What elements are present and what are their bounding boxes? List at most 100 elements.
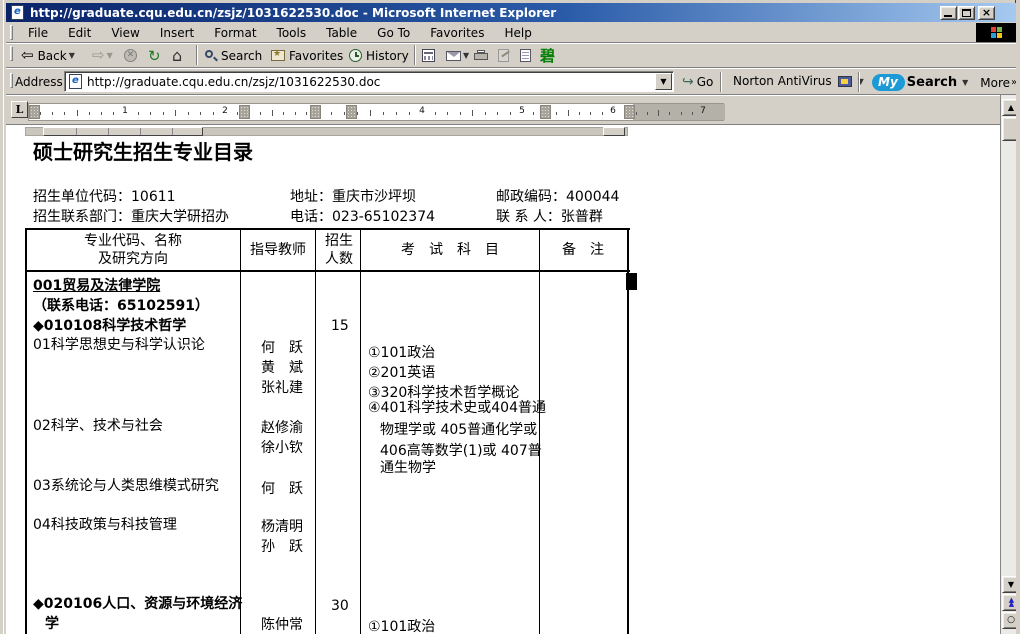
teacher-name: 黄 斌 <box>261 360 303 377</box>
view-button-divider <box>76 128 77 135</box>
dept-phone: （联系电话：65102591） <box>33 298 209 315</box>
info-contact-person: 联 系 人：张普群 <box>496 209 603 226</box>
menu-grip[interactable] <box>10 25 13 40</box>
plugin-button-1[interactable] <box>420 45 437 66</box>
ruler-number-2: 2 <box>222 106 228 116</box>
table-column-marker[interactable] <box>29 105 40 119</box>
title-bar[interactable]: e http://graduate.cqu.edu.cn/zsjz/103162… <box>6 3 1019 22</box>
search-button[interactable]: Search <box>203 45 264 66</box>
teacher-name: 杨清明 <box>261 519 303 536</box>
ruler-tick <box>383 112 384 115</box>
ruler-number-5: 5 <box>519 106 525 116</box>
major-020106-line2: 学 <box>45 616 59 633</box>
discuss-button[interactable] <box>518 45 533 66</box>
info-contact-dept: 招生联系部门：重庆大学研招办 <box>33 209 229 226</box>
ruler-tick <box>89 112 90 115</box>
minimize-button[interactable] <box>940 6 957 20</box>
document-top-scrollbar-thumb[interactable] <box>603 127 625 136</box>
scroll-up-button[interactable]: ▲ <box>1002 99 1020 116</box>
menu-item-view[interactable]: View <box>101 24 149 42</box>
major-010108: ◆010108科学技术哲学 <box>33 318 186 335</box>
address-input[interactable]: e http://graduate.cqu.edu.cn/zsjz/103162… <box>64 71 674 92</box>
favorites-button[interactable]: ★ Favorites <box>269 45 345 66</box>
toolbar-grip[interactable] <box>10 46 13 61</box>
close-button[interactable]: × <box>978 6 995 20</box>
menu-item-edit[interactable]: Edit <box>58 24 101 42</box>
tab-stop-selector[interactable]: L <box>11 101 28 118</box>
mail-button[interactable]: ▼ <box>444 45 471 66</box>
quota-020106: 30 <box>331 598 349 615</box>
menu-item-table[interactable]: Table <box>316 24 367 42</box>
menu-item-help[interactable]: Help <box>494 24 541 42</box>
ruler-tick <box>331 112 332 115</box>
document-viewport[interactable]: 硕士研究生招生专业目录招生单位代码：10611地址：重庆市沙坪坝邮政编码：400… <box>6 125 1000 634</box>
back-button[interactable]: ⇦ Back▼ <box>19 45 77 66</box>
windows-logo-throbber <box>976 23 1020 42</box>
horizontal-ruler[interactable]: 1234567 <box>28 103 724 121</box>
exam-subject-4-cont: 406高等数学(1)或 407普 <box>380 443 542 460</box>
print-button[interactable] <box>472 45 491 66</box>
th-quota-line2: 人数 <box>325 251 353 268</box>
ruler-tick <box>681 112 682 115</box>
ruler-tick <box>101 112 102 115</box>
previous-page-button[interactable]: ▲▲ <box>1002 594 1020 611</box>
plugin-button-2[interactable]: 碧 <box>538 45 557 66</box>
address-dropdown-button[interactable]: ▼ <box>655 73 672 90</box>
document-icon <box>520 49 531 62</box>
mail-icon <box>446 51 461 61</box>
ruler-tick <box>636 112 637 115</box>
table-column-marker[interactable] <box>310 105 321 119</box>
scrollbar-thumb[interactable] <box>1002 117 1020 141</box>
forward-button[interactable]: ⇨ ▼ <box>90 45 115 66</box>
menu-item-insert[interactable]: Insert <box>150 24 204 42</box>
toolbar-separator <box>414 45 416 65</box>
window-title: http://graduate.cqu.edu.cn/zsjz/10316225… <box>30 6 556 20</box>
ie-page-icon: e <box>69 74 82 89</box>
menu-item-go-to[interactable]: Go To <box>367 24 420 42</box>
addressbar-grip[interactable] <box>10 73 13 88</box>
direction-01: 01科学思想史与科学认识论 <box>33 337 205 354</box>
select-browse-object-button[interactable]: ○ <box>1002 612 1020 629</box>
table-column-marker[interactable] <box>239 105 250 119</box>
history-button[interactable]: History <box>347 45 411 66</box>
home-button[interactable]: ⌂ <box>170 45 184 66</box>
menu-item-format[interactable]: Format <box>204 24 266 42</box>
exam-subject-4-cont: 通生物学 <box>380 460 436 477</box>
menu-item-tools[interactable]: Tools <box>267 24 317 42</box>
back-dropdown-icon[interactable]: ▼ <box>69 51 75 60</box>
doc-heading: 硕士研究生招生专业目录 <box>33 144 253 161</box>
address-bar: Address e http://graduate.cqu.edu.cn/zsj… <box>6 68 1019 95</box>
go-button[interactable]: ↪ Go <box>682 74 713 90</box>
mail-dropdown-icon[interactable]: ▼ <box>463 51 469 60</box>
menu-item-file[interactable]: File <box>18 24 58 42</box>
search-icon <box>205 50 217 62</box>
info-phone: 电话：023-65102374 <box>290 209 435 226</box>
ruler-tick <box>260 112 261 115</box>
teacher-name: 何 跃 <box>261 481 303 498</box>
ruler-tick <box>556 112 557 115</box>
refresh-button[interactable]: ↻ <box>146 45 163 66</box>
edit-button[interactable] <box>496 45 511 66</box>
document-view-buttons[interactable] <box>43 127 203 136</box>
teacher-name: 赵修渝 <box>261 420 303 437</box>
table-column-marker[interactable] <box>624 105 635 119</box>
addressbar-separator <box>858 72 860 92</box>
ruler-tick <box>40 112 41 115</box>
stop-button[interactable]: ✕ <box>122 45 139 66</box>
direction-03: 03系统论与人类思维模式研究 <box>33 478 219 495</box>
maximize-button[interactable] <box>958 6 975 20</box>
mysearch-toolbar[interactable]: My Search ▼ More » <box>872 74 1017 91</box>
teacher-name: 孙 跃 <box>261 539 303 556</box>
scroll-down-button[interactable]: ▼ <box>1002 576 1020 593</box>
ruler-tick <box>647 112 648 115</box>
mysearch-dropdown-icon[interactable]: ▼ <box>962 78 968 87</box>
vertical-scrollbar[interactable]: ▲ ▼ ▲▲ ○ <box>1000 95 1019 634</box>
teacher-name: 陈仲常 <box>261 617 303 634</box>
ruler-tick <box>370 110 371 116</box>
norton-antivirus-button[interactable]: Norton AntiVirus ▼ <box>733 74 864 88</box>
menu-item-favorites[interactable]: Favorites <box>420 24 494 42</box>
table-column-marker[interactable] <box>540 105 551 119</box>
more-button[interactable]: More <box>980 76 1010 90</box>
table-column-marker[interactable] <box>346 105 357 119</box>
menu-items: FileEditViewInsertFormatToolsTableGo ToF… <box>18 22 542 43</box>
